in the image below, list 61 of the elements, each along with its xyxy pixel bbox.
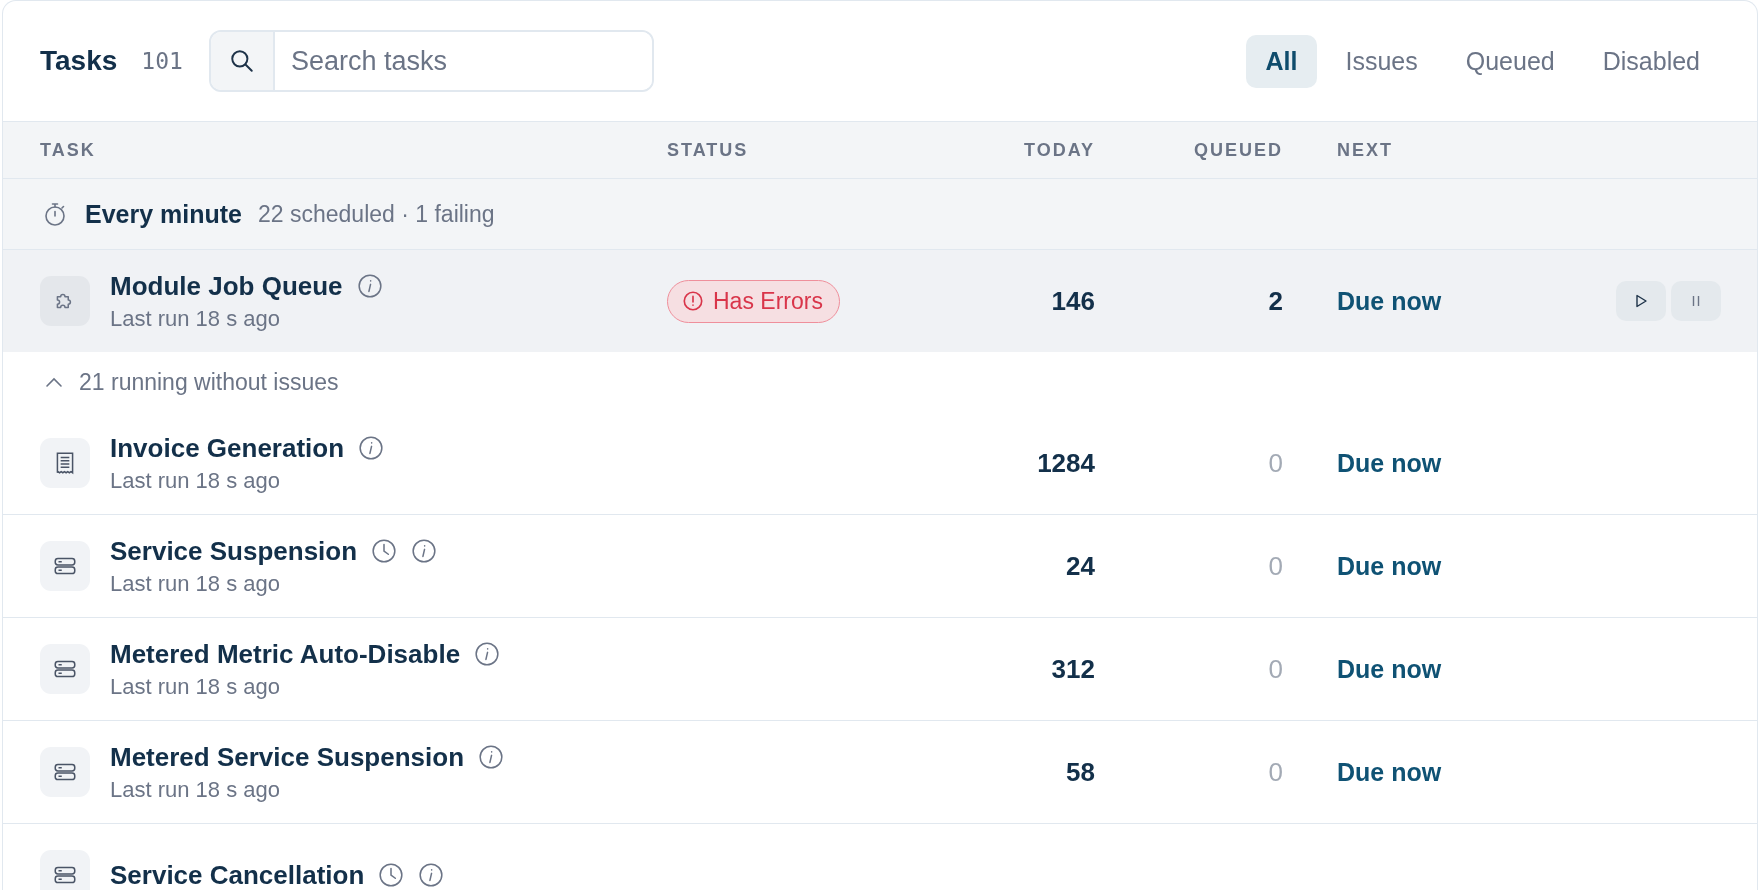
task-name: Service Cancellation <box>110 859 365 890</box>
server-icon <box>40 541 90 591</box>
today-count: 312 <box>1050 653 1095 685</box>
group-title: Every minute <box>85 199 242 229</box>
selected-row[interactable]: Module Job Queue Last run 18 s ago Has Errors 146 2 Due now <box>3 250 1757 352</box>
chevron-icon <box>45 376 63 388</box>
next-run-text: Due now <box>1336 286 1443 316</box>
filter-tab[interactable]: Queued <box>1445 34 1575 88</box>
task-name: Metered Service Suspension <box>110 741 465 773</box>
today-count: 146 <box>1050 285 1095 317</box>
last-run-text: Last run 18 s ago <box>110 776 281 803</box>
alert-icon <box>682 290 704 312</box>
last-run-text: Last run 18 s ago <box>110 305 281 332</box>
last-run-text: Last run 18 s ago <box>110 467 281 494</box>
queued-count: 2 <box>1267 285 1283 317</box>
column-header: TASK <box>40 139 97 161</box>
column-header: QUEUED <box>1193 139 1283 161</box>
last-run-text: Last run 18 s ago <box>110 570 281 597</box>
search-field[interactable]: Search tasks <box>208 30 654 92</box>
search-icon <box>228 48 255 74</box>
today-count: 1284 <box>1036 447 1095 479</box>
queued-count: 0 <box>1267 550 1283 582</box>
task-name: Module Job Queue <box>110 270 343 302</box>
filter-tab[interactable]: All <box>1245 34 1318 88</box>
receipt-icon <box>40 438 90 488</box>
stopwatch-icon <box>43 201 67 227</box>
server-icon <box>40 747 90 797</box>
column-header: NEXT <box>1336 139 1394 161</box>
play-icon <box>1633 293 1649 309</box>
task-name: Metered Metric Auto-Disable <box>110 638 461 670</box>
queued-count: 0 <box>1267 447 1283 479</box>
today-count: 58 <box>1065 756 1095 788</box>
task-name: Service Suspension <box>110 535 358 567</box>
task-name: Invoice Generation <box>110 432 345 464</box>
error-status-badge: Has Errors <box>667 279 840 323</box>
queued-count: 0 <box>1267 653 1283 685</box>
next-run-text: Due now <box>1336 448 1443 478</box>
task-count: 101 <box>141 48 183 74</box>
collapse-toggle[interactable]: 21 running without issues <box>3 352 1757 412</box>
next-run-text: Due now <box>1336 757 1443 787</box>
run-button[interactable] <box>1616 281 1666 321</box>
info-icon[interactable] <box>358 435 385 461</box>
filter-tab[interactable]: Issues <box>1325 34 1438 88</box>
today-count: 24 <box>1065 550 1095 582</box>
column-header: TODAY <box>1022 139 1095 161</box>
server-icon <box>40 644 90 694</box>
next-run-text: Due now <box>1336 654 1443 684</box>
last-run-text: Last run 18 s ago <box>110 673 281 700</box>
info-icon[interactable] <box>411 538 438 564</box>
info-icon[interactable] <box>356 273 383 299</box>
info-icon[interactable] <box>478 744 505 770</box>
group-summary: 22 scheduled · 1 failing <box>258 200 495 228</box>
info-icon[interactable] <box>418 862 445 888</box>
queued-count: 0 <box>1267 756 1283 788</box>
column-header: STATUS <box>667 139 750 161</box>
server-icon <box>40 850 90 890</box>
info-icon[interactable] <box>474 641 501 667</box>
page-title: Tasks <box>40 45 118 77</box>
puzzle-icon <box>40 276 90 326</box>
next-run-text: Due now <box>1336 551 1443 581</box>
filter-tab[interactable]: Disabled <box>1582 34 1720 88</box>
